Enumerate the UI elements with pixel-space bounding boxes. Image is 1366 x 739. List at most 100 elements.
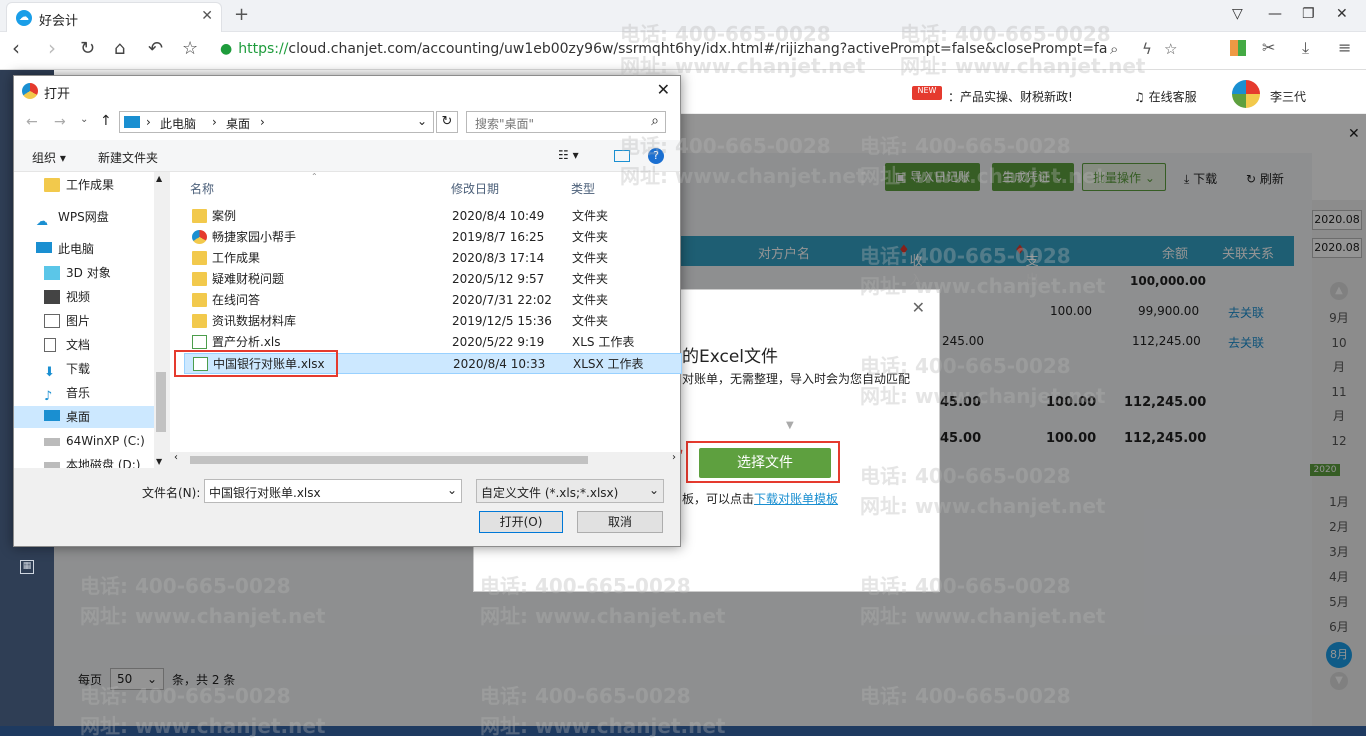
- up-arrow-icon[interactable]: ↑: [100, 113, 112, 129]
- shield-icon[interactable]: ▽: [1232, 6, 1243, 22]
- file-row[interactable]: 疑难财税问题 2020/5/12 9:57 文件夹: [184, 269, 682, 290]
- file-row[interactable]: 案例 2020/8/4 10:49 文件夹: [184, 206, 682, 227]
- scroll-right-icon[interactable]: ›: [672, 452, 676, 463]
- excel-dialog-title: 的Excel文件: [682, 347, 779, 367]
- online-service-link[interactable]: ♫ 在线客服: [1134, 88, 1197, 105]
- home-icon[interactable]: ⌂: [114, 38, 125, 59]
- download-template-link[interactable]: 下载对账单模板: [754, 492, 838, 506]
- folder-icon: [192, 272, 207, 286]
- tree-item-drive-c[interactable]: 64WinXP (C:): [44, 430, 168, 452]
- news-text[interactable]: ：产品实操、财税新政!: [948, 88, 1073, 105]
- lightning-icon[interactable]: ϟ: [1142, 40, 1152, 58]
- tree-label: 音乐: [66, 386, 91, 400]
- tree-item-music[interactable]: ♪ 音乐: [44, 382, 168, 404]
- chevron-down-icon[interactable]: ⌄: [80, 114, 88, 125]
- breadcrumb-sep-icon: ›: [146, 115, 151, 129]
- file-row[interactable]: 畅捷家园小帮手 2019/8/7 16:25 文件夹: [184, 227, 682, 248]
- tab-close-icon[interactable]: ✕: [201, 8, 213, 24]
- computer-icon: [36, 242, 52, 253]
- help-icon[interactable]: ?: [648, 148, 664, 164]
- col-type[interactable]: 类型: [571, 180, 595, 197]
- service-label: 在线客服: [1148, 90, 1197, 104]
- secure-lock-icon: ●: [220, 41, 233, 57]
- dialog-close-icon[interactable]: ✕: [657, 80, 670, 99]
- document-icon: [44, 338, 56, 352]
- tree-item-desktop[interactable]: 桌面: [14, 406, 166, 428]
- tree-item-work[interactable]: 工作成果: [44, 174, 168, 196]
- chevron-down-icon[interactable]: ⌄: [447, 483, 457, 497]
- breadcrumb[interactable]: › 此电脑 › 桌面 › ⌄: [119, 111, 434, 133]
- file-row[interactable]: 工作成果 2020/8/3 17:14 文件夹: [184, 248, 682, 269]
- tree-item-pictures[interactable]: 图片: [44, 310, 168, 332]
- open-button[interactable]: 打开(O): [479, 511, 563, 533]
- choose-file-button[interactable]: 选择文件: [699, 448, 831, 478]
- apps-grid-icon[interactable]: [1230, 40, 1246, 56]
- tree-scrollbar[interactable]: ▲ ▼: [154, 172, 168, 468]
- tree-scroll-thumb[interactable]: [156, 372, 166, 432]
- tree-item-pc[interactable]: 此电脑: [36, 238, 168, 260]
- app-icon: [192, 230, 207, 244]
- scroll-down-icon[interactable]: ▼: [156, 457, 162, 466]
- tree-item-drive-d[interactable]: 本地磁盘 (D:): [44, 454, 168, 468]
- tree-item-wps[interactable]: ☁ WPS网盘: [36, 206, 168, 228]
- file-open-dialog: 打开 ✕ ← → ⌄ ↑ › 此电脑 › 桌面 › ⌄ ↻ 搜索"桌面" ⌕ 组…: [13, 75, 682, 547]
- url-field[interactable]: ● https://cloud.chanjet.com/accounting/uw…: [220, 38, 1236, 62]
- bookmark-star-icon[interactable]: ☆: [182, 38, 198, 59]
- file-name: 疑难财税问题: [212, 272, 285, 286]
- download-icon[interactable]: ⤓: [1302, 38, 1309, 58]
- forward-arrow-icon[interactable]: →: [54, 114, 66, 130]
- new-tab-icon[interactable]: +: [234, 4, 249, 25]
- new-folder-button[interactable]: 新建文件夹: [98, 149, 158, 166]
- col-date[interactable]: 修改日期: [451, 180, 499, 197]
- scroll-left-icon[interactable]: ‹: [174, 452, 178, 463]
- refresh-icon[interactable]: ↻: [436, 111, 458, 133]
- breadcrumb-item[interactable]: 此电脑: [160, 115, 196, 132]
- file-date: 2020/5/12 9:57: [452, 272, 545, 286]
- file-type: XLSX 工作表: [573, 357, 644, 371]
- drive-icon: [44, 462, 60, 468]
- browser-tab[interactable]: ☁ 好会计 ✕: [6, 2, 222, 32]
- maximize-icon[interactable]: ❐: [1302, 6, 1315, 22]
- back-arrow-icon[interactable]: ←: [26, 114, 38, 130]
- favorite-icon[interactable]: ☆: [1164, 40, 1177, 58]
- scissors-icon[interactable]: ✂: [1262, 38, 1275, 57]
- forward-icon[interactable]: ›: [48, 36, 56, 60]
- preview-pane-icon[interactable]: [614, 150, 630, 162]
- tree-label: 桌面: [66, 410, 91, 424]
- chevron-down-icon: ▼: [786, 420, 794, 431]
- file-type-filter[interactable]: 自定义文件 (*.xls;*.xlsx) ⌄: [476, 479, 664, 503]
- organize-button[interactable]: 组织 ▾: [32, 149, 66, 166]
- file-row[interactable]: 资讯数据材料库 2019/12/5 15:36 文件夹: [184, 311, 682, 332]
- cancel-button[interactable]: 取消: [577, 511, 663, 533]
- col-name[interactable]: 名称: [190, 180, 214, 197]
- excel-dialog-close-icon[interactable]: ✕: [912, 298, 925, 317]
- tree-label: 64WinXP (C:): [66, 434, 145, 448]
- picture-icon: [44, 314, 60, 328]
- tree-item-docs[interactable]: 文档: [44, 334, 168, 356]
- user-name[interactable]: 李三代: [1270, 88, 1306, 105]
- reload-icon[interactable]: ↻: [80, 38, 95, 59]
- scroll-up-icon[interactable]: ▲: [156, 174, 162, 183]
- horizontal-scrollbar[interactable]: ‹ ›: [170, 452, 680, 468]
- chevron-down-icon[interactable]: ⌄: [417, 114, 427, 128]
- file-name: 在线问答: [212, 293, 261, 307]
- h-scroll-thumb[interactable]: [190, 456, 588, 464]
- back-icon[interactable]: ‹: [12, 36, 20, 60]
- tree-item-3d[interactable]: 3D 对象: [44, 262, 168, 284]
- undo-icon[interactable]: ↶: [148, 38, 163, 59]
- tree-item-downloads[interactable]: ⬇ 下载: [44, 358, 168, 380]
- minimize-icon[interactable]: —: [1268, 6, 1282, 22]
- view-options-icon[interactable]: ☷ ▾: [558, 148, 579, 162]
- search-icon[interactable]: ⌕: [1110, 40, 1118, 58]
- search-box[interactable]: 搜索"桌面" ⌕: [466, 111, 666, 133]
- file-row[interactable]: 在线问答 2020/7/31 22:02 文件夹: [184, 290, 682, 311]
- window-close-icon[interactable]: ✕: [1336, 6, 1348, 22]
- avatar[interactable]: [1232, 80, 1260, 108]
- filename-input[interactable]: 中国银行对账单.xlsx ⌄: [204, 479, 462, 503]
- menu-icon[interactable]: ≡: [1338, 38, 1351, 57]
- breadcrumb-item[interactable]: 桌面: [226, 115, 250, 132]
- file-type: 文件夹: [572, 272, 609, 286]
- file-date: 2020/8/3 17:14: [452, 251, 545, 265]
- nav-calendar-icon[interactable]: ▦: [20, 560, 34, 574]
- tree-item-video[interactable]: 视频: [44, 286, 168, 308]
